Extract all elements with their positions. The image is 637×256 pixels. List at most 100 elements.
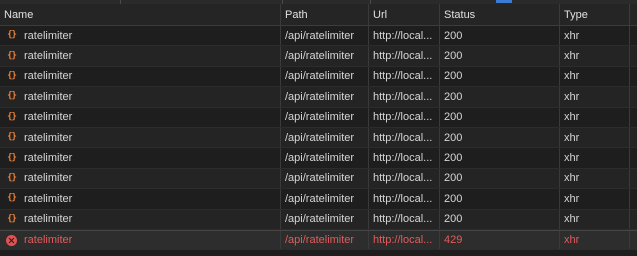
request-path-cell: /api/ratelimiter bbox=[281, 26, 369, 46]
xhr-icon: {​} bbox=[7, 132, 17, 143]
request-type-cell: xhr bbox=[560, 46, 630, 66]
request-url: http://local... bbox=[373, 131, 433, 144]
request-url-cell: http://local... bbox=[369, 46, 440, 66]
request-url-cell: http://local... bbox=[369, 66, 440, 87]
request-status-cell: 429 bbox=[440, 230, 560, 250]
request-path-cell: /api/ratelimiter bbox=[281, 87, 369, 107]
timeline-marker bbox=[496, 0, 512, 3]
request-url: http://local... bbox=[373, 111, 433, 124]
request-name-cell[interactable]: {​} ratelimiter bbox=[0, 168, 281, 189]
request-path: /api/ratelimiter bbox=[285, 213, 355, 226]
table-row[interactable]: {​} ratelimiter/api/ratelimiter http://loc… bbox=[0, 46, 637, 67]
request-name-cell[interactable]: {​} ratelimiter bbox=[0, 46, 281, 66]
request-path-cell: /api/ratelimiter bbox=[281, 148, 369, 168]
request-status-cell: 200 bbox=[440, 127, 560, 148]
request-status: 429 bbox=[444, 234, 463, 247]
request-path: /api/ratelimiter bbox=[285, 131, 355, 144]
request-extra-cell bbox=[630, 128, 637, 147]
request-path: /api/ratelimiter bbox=[285, 90, 355, 103]
request-name: ratelimiter bbox=[24, 172, 73, 185]
column-header-url[interactable]: Url bbox=[369, 4, 440, 25]
request-extra-cell bbox=[630, 231, 637, 249]
request-name: ratelimiter bbox=[24, 213, 73, 226]
request-type-cell: xhr bbox=[560, 107, 630, 127]
request-path-cell: /api/ratelimiter bbox=[281, 209, 369, 229]
request-type: xhr bbox=[564, 50, 580, 63]
column-header-status[interactable]: Status bbox=[440, 4, 560, 25]
xhr-icon: {​} bbox=[7, 111, 17, 122]
request-url: http://local... bbox=[373, 152, 433, 165]
request-type: xhr bbox=[564, 111, 580, 124]
request-status: 200 bbox=[444, 70, 463, 83]
request-type-cell: xhr bbox=[560, 209, 630, 229]
request-name-cell[interactable]: {​} ratelimiter bbox=[0, 26, 281, 46]
request-url: http://local... bbox=[373, 192, 433, 205]
request-name-cell[interactable]: {​} ratelimiter bbox=[0, 127, 281, 148]
request-status-cell: 200 bbox=[440, 46, 560, 66]
table-header: Name Path Url Status Type bbox=[0, 4, 637, 26]
request-path: /api/ratelimiter bbox=[285, 172, 355, 185]
request-name-cell[interactable]: {​} ratelimiter bbox=[0, 148, 281, 168]
column-header-name[interactable]: Name bbox=[0, 4, 281, 25]
request-status: 200 bbox=[444, 29, 463, 42]
xhr-icon: {​} bbox=[7, 50, 17, 61]
request-status: 200 bbox=[444, 111, 463, 124]
request-name-cell[interactable]: {​} ratelimiter bbox=[0, 66, 281, 87]
request-status: 200 bbox=[444, 213, 463, 226]
request-status-cell: 200 bbox=[440, 209, 560, 229]
request-type: xhr bbox=[564, 234, 580, 247]
request-type-cell: xhr bbox=[560, 189, 630, 209]
table-row[interactable]: {​} ratelimiter/api/ratelimiter http://loc… bbox=[0, 87, 637, 108]
request-status-cell: 200 bbox=[440, 107, 560, 127]
request-type: xhr bbox=[564, 172, 580, 185]
table-row[interactable]: {​} ratelimiter/api/ratelimiter http://loc… bbox=[0, 66, 637, 88]
request-url-cell: http://local... bbox=[369, 26, 440, 46]
request-type: xhr bbox=[564, 213, 580, 226]
request-status-cell: 200 bbox=[440, 87, 560, 107]
request-type: xhr bbox=[564, 152, 580, 165]
column-header-path[interactable]: Path bbox=[281, 4, 369, 25]
request-path-cell: /api/ratelimiter bbox=[281, 66, 369, 87]
request-status-cell: 200 bbox=[440, 26, 560, 46]
column-header-extra[interactable] bbox=[630, 4, 637, 25]
request-extra-cell bbox=[630, 67, 637, 86]
request-type: xhr bbox=[564, 131, 580, 144]
request-path-cell: /api/ratelimiter bbox=[281, 46, 369, 66]
request-type-cell: xhr bbox=[560, 26, 630, 46]
table-row[interactable]: {​} ratelimiter/api/ratelimiter http://loc… bbox=[0, 209, 637, 230]
request-type: xhr bbox=[564, 90, 580, 103]
request-extra-cell bbox=[630, 108, 637, 127]
network-request-table: Name Path Url Status Type {​} ratelimiter… bbox=[0, 4, 637, 251]
request-url-cell: http://local... bbox=[369, 189, 440, 209]
table-row[interactable]: {​} ratelimiter/api/ratelimiter http://loc… bbox=[0, 148, 637, 169]
table-row[interactable]: {​} ratelimiter/api/ratelimiter http://loc… bbox=[0, 127, 637, 149]
request-url-cell: http://local... bbox=[369, 230, 440, 250]
table-row[interactable]: {​} ratelimiter/api/ratelimiter http://loc… bbox=[0, 168, 637, 190]
xhr-icon: {​} bbox=[7, 91, 17, 102]
table-row[interactable]: {​} ratelimiter/api/ratelimiter http://loc… bbox=[0, 189, 637, 210]
xhr-icon: {​} bbox=[7, 152, 17, 163]
request-url: http://local... bbox=[373, 213, 433, 226]
request-name-cell[interactable]: {​} ratelimiter bbox=[0, 189, 281, 209]
table-row[interactable]: {​} ratelimiter/api/ratelimiter http://loc… bbox=[0, 107, 637, 128]
request-extra-cell bbox=[630, 189, 637, 208]
request-name-cell[interactable]: ratelimiter bbox=[0, 230, 281, 250]
request-type-cell: xhr bbox=[560, 87, 630, 107]
request-url-cell: http://local... bbox=[369, 127, 440, 148]
request-name-cell[interactable]: {​} ratelimiter bbox=[0, 209, 281, 229]
column-header-type[interactable]: Type bbox=[560, 4, 630, 25]
request-url-cell: http://local... bbox=[369, 148, 440, 168]
table-row[interactable]: {​} ratelimiter/api/ratelimiter http://loc… bbox=[0, 26, 637, 47]
request-path: /api/ratelimiter bbox=[285, 192, 355, 205]
request-name: ratelimiter bbox=[24, 131, 73, 144]
request-status-cell: 200 bbox=[440, 148, 560, 168]
request-name: ratelimiter bbox=[24, 152, 73, 165]
request-name-cell[interactable]: {​} ratelimiter bbox=[0, 87, 281, 107]
request-path: /api/ratelimiter bbox=[285, 234, 355, 247]
request-url-cell: http://local... bbox=[369, 87, 440, 107]
request-name-cell[interactable]: {​} ratelimiter bbox=[0, 107, 281, 127]
request-type: xhr bbox=[564, 29, 580, 42]
table-row[interactable]: ratelimiter/api/ratelimiter http://local.… bbox=[0, 229, 637, 251]
request-path-cell: /api/ratelimiter bbox=[281, 168, 369, 189]
request-extra-cell bbox=[630, 26, 637, 45]
